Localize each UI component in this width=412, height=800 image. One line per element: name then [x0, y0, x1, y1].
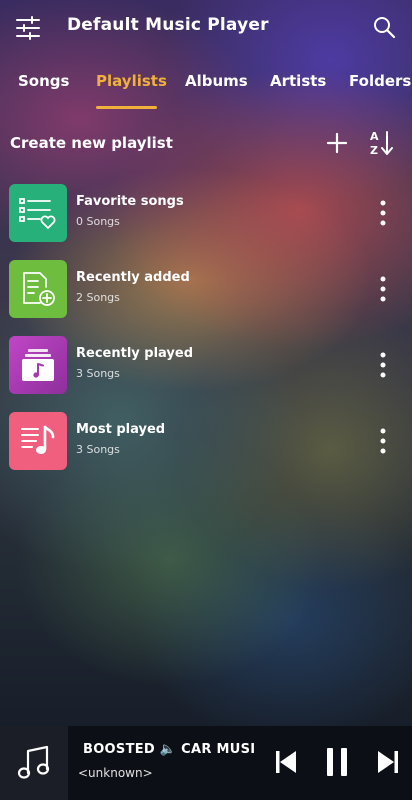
- create-new-playlist-link[interactable]: Create new playlist: [10, 134, 173, 152]
- plus-icon: [326, 132, 348, 154]
- more-vertical-icon: [380, 276, 386, 302]
- playlist-thumbnail: [9, 260, 67, 318]
- next-track-button[interactable]: [376, 749, 400, 775]
- svg-text:Z: Z: [370, 144, 378, 157]
- playlist-thumbnail: [9, 336, 67, 394]
- more-vertical-icon: [380, 428, 386, 454]
- list-item-most-played[interactable]: Most played 3 Songs: [0, 408, 412, 472]
- playlist-title: Favorite songs: [76, 194, 184, 209]
- more-options-button[interactable]: [372, 350, 394, 380]
- tab-playlists[interactable]: Playlists: [96, 72, 167, 90]
- tab-albums[interactable]: Albums: [185, 72, 248, 90]
- more-vertical-icon: [380, 200, 386, 226]
- search-button[interactable]: [372, 15, 396, 39]
- favorite-list-icon: [19, 198, 56, 230]
- add-document-icon: [23, 272, 55, 306]
- sort-a-z-icon: A Z: [370, 130, 393, 157]
- playlist-title: Recently added: [76, 270, 190, 285]
- playlist-song-count: 3 Songs: [76, 367, 120, 380]
- album-art[interactable]: [0, 726, 68, 800]
- music-note-icon: [17, 745, 50, 779]
- sort-button[interactable]: A Z: [368, 128, 396, 158]
- playlist-title: Recently played: [76, 346, 194, 361]
- list-item-favorite-songs[interactable]: Favorite songs 0 Songs: [0, 180, 412, 244]
- tab-bar: Songs Playlists Albums Artists Folders: [0, 62, 412, 112]
- more-options-button[interactable]: [372, 426, 394, 456]
- equalizer-menu-button[interactable]: [14, 14, 42, 42]
- top-app-bar: Default Music Player: [0, 0, 412, 56]
- playlist-thumbnail: [9, 184, 67, 242]
- playlist-thumbnail: [9, 412, 67, 470]
- active-tab-indicator: [96, 106, 157, 109]
- tab-songs[interactable]: Songs: [18, 72, 69, 90]
- playlist-title: Most played: [76, 422, 166, 437]
- pause-icon: [327, 748, 347, 776]
- track-artist: <unknown>: [78, 766, 153, 780]
- tab-artists[interactable]: Artists: [270, 72, 326, 90]
- previous-track-button[interactable]: [274, 749, 298, 775]
- list-item-recently-added[interactable]: Recently added 2 Songs: [0, 256, 412, 320]
- more-vertical-icon: [380, 352, 386, 378]
- search-icon: [374, 17, 396, 39]
- music-list-icon: [21, 425, 55, 454]
- app-title: Default Music Player: [67, 15, 269, 35]
- add-playlist-button[interactable]: [324, 130, 350, 156]
- skip-previous-icon: [276, 751, 296, 773]
- skip-next-icon: [378, 751, 398, 773]
- tab-folders[interactable]: Folders: [349, 72, 411, 90]
- more-options-button[interactable]: [372, 198, 394, 228]
- pause-button[interactable]: [325, 746, 349, 778]
- music-box-icon: [22, 349, 54, 381]
- playlist-song-count: 0 Songs: [76, 215, 120, 228]
- playlist-song-count: 2 Songs: [76, 291, 120, 304]
- create-playlist-row: Create new playlist A Z: [0, 124, 412, 164]
- svg-text:A: A: [370, 130, 379, 143]
- playlist-song-count: 3 Songs: [76, 443, 120, 456]
- list-item-recently-played[interactable]: Recently played 3 Songs: [0, 332, 412, 396]
- track-title-part: CAR MUSIC: [181, 742, 255, 757]
- more-options-button[interactable]: [372, 274, 394, 304]
- track-title-part: BOOSTED: [83, 742, 156, 757]
- speaker-icon: 🔈: [159, 742, 177, 757]
- mini-player[interactable]: BOOSTED 🔈 CAR MUSIC <unknown>: [0, 726, 412, 800]
- equalizer-sliders-icon: [16, 16, 40, 40]
- track-title: BOOSTED 🔈 CAR MUSIC: [83, 742, 255, 757]
